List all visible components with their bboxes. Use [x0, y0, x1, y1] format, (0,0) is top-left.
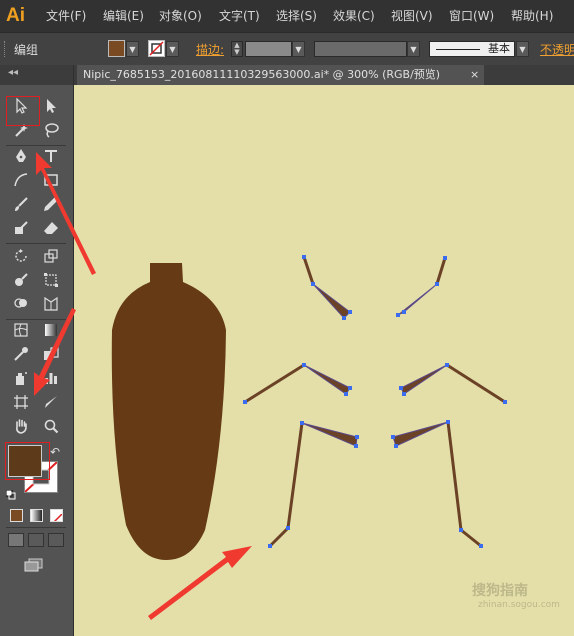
leg-paths[interactable] — [243, 255, 507, 548]
draw-inside-button[interactable] — [48, 533, 64, 547]
menu-bar: Ai 文件(F) 编辑(E) 对象(O) 文字(T) 选择(S) 效果(C) 视… — [0, 0, 574, 32]
artboard-canvas[interactable]: 搜狗指南 zhinan.sogou.com — [74, 85, 574, 636]
direct-selection-tool-icon[interactable] — [40, 95, 62, 117]
line-segment-tool-icon[interactable] — [10, 169, 32, 191]
brush-definition[interactable]: 基本 — [429, 41, 515, 57]
brush-name: 基本 — [488, 42, 510, 55]
slice-tool-icon[interactable] — [40, 391, 62, 413]
menu-window[interactable]: 窗口(W) — [449, 8, 494, 24]
column-graph-tool-icon[interactable] — [40, 367, 62, 389]
pen-tool-icon[interactable] — [10, 145, 32, 167]
insect-body-shape[interactable] — [111, 263, 226, 560]
paintbrush-tool-icon[interactable] — [10, 193, 32, 215]
color-mode-button[interactable] — [10, 509, 23, 522]
fill-dropdown[interactable]: ▼ — [126, 41, 139, 57]
menu-view[interactable]: 视图(V) — [391, 8, 433, 24]
fill-swatch[interactable] — [108, 40, 125, 57]
fill-swatch-highlight — [5, 442, 50, 480]
rectangle-tool-icon[interactable] — [40, 169, 62, 191]
menu-edit[interactable]: 编辑(E) — [103, 8, 144, 24]
artwork — [111, 255, 507, 560]
blob-brush-tool-icon[interactable] — [10, 217, 32, 239]
profile-dropdown[interactable]: ▼ — [407, 41, 420, 57]
lasso-tool-icon[interactable] — [40, 119, 62, 141]
anchor-points[interactable] — [243, 255, 507, 548]
menu-help[interactable]: 帮助(H) — [511, 8, 553, 24]
type-tool-icon[interactable] — [40, 145, 62, 167]
menu-type[interactable]: 文字(T) — [219, 8, 260, 24]
app-logo: Ai — [6, 5, 25, 26]
gradient-tool-icon[interactable] — [40, 319, 62, 341]
default-fill-stroke-icon[interactable] — [5, 485, 16, 500]
stroke-weight-input[interactable] — [245, 41, 292, 57]
stroke-weight-spinner[interactable]: ▲ ▼ — [231, 41, 243, 57]
symbol-sprayer-tool-icon[interactable] — [10, 367, 32, 389]
watermark-url: zhinan.sogou.com — [478, 600, 560, 610]
stroke-label[interactable]: 描边: — [196, 41, 224, 58]
pencil-tool-icon[interactable] — [40, 193, 62, 215]
draw-normal-button[interactable] — [8, 533, 24, 547]
none-icon — [53, 513, 62, 521]
perspective-grid-tool-icon[interactable] — [40, 293, 62, 315]
toolbox-divider — [6, 527, 66, 528]
stroke-swatch[interactable] — [148, 40, 165, 57]
menu-object[interactable]: 对象(O) — [159, 8, 202, 24]
control-bar-grip[interactable] — [4, 41, 8, 57]
screen-mode-button[interactable] — [24, 557, 44, 572]
draw-behind-button[interactable] — [28, 533, 44, 547]
blend-tool-icon[interactable] — [40, 343, 62, 365]
rotate-tool-icon[interactable] — [10, 245, 32, 267]
collapse-icon[interactable]: ◂◂ — [8, 67, 18, 78]
hand-tool-icon[interactable] — [10, 415, 32, 437]
stroke-dropdown[interactable]: ▼ — [166, 41, 179, 57]
eraser-tool-icon[interactable] — [40, 217, 62, 239]
control-bar: 编组 ▼ ▼ 描边: ▲ ▼ ▼ ▼ 基本 ▼ 不透明 — [0, 32, 574, 66]
shape-builder-tool-icon[interactable] — [10, 293, 32, 315]
brush-stroke-preview — [436, 49, 480, 50]
close-tab-icon[interactable]: × — [470, 65, 484, 85]
watermark-text: 搜狗指南 — [472, 583, 528, 599]
scale-tool-icon[interactable] — [40, 245, 62, 267]
none-stroke-icon — [149, 41, 164, 56]
leg-segments[interactable] — [301, 283, 449, 447]
menu-select[interactable]: 选择(S) — [276, 8, 317, 24]
selection-type-label: 编组 — [14, 43, 39, 57]
swap-fill-stroke-icon[interactable]: ↶ — [50, 445, 60, 459]
variable-width-profile[interactable] — [314, 41, 407, 57]
mesh-tool-icon[interactable] — [10, 319, 32, 341]
menu-file[interactable]: 文件(F) — [46, 8, 86, 24]
opacity-label[interactable]: 不透明 — [540, 41, 574, 58]
stroke-weight-dropdown[interactable]: ▼ — [292, 41, 305, 57]
document-tab[interactable]: Nipic_7685153_20160811110329563000.ai* @… — [77, 65, 484, 85]
menu-effect[interactable]: 效果(C) — [333, 8, 375, 24]
gradient-mode-button[interactable] — [30, 509, 43, 522]
free-transform-tool-icon[interactable] — [40, 269, 62, 291]
brush-dropdown[interactable]: ▼ — [516, 41, 529, 57]
toolbox-divider — [6, 243, 66, 244]
zoom-tool-icon[interactable] — [40, 415, 62, 437]
selection-tool-highlight — [6, 96, 40, 126]
toolbox: ◂◂ ↶ — [0, 65, 74, 636]
artboard-tool-icon[interactable] — [10, 391, 32, 413]
warp-tool-icon[interactable] — [10, 269, 32, 291]
toolbox-header: ◂◂ — [0, 65, 73, 85]
screen-mode-icon — [24, 558, 43, 572]
eyedropper-tool-icon[interactable] — [10, 343, 32, 365]
none-mode-button[interactable] — [50, 509, 63, 522]
